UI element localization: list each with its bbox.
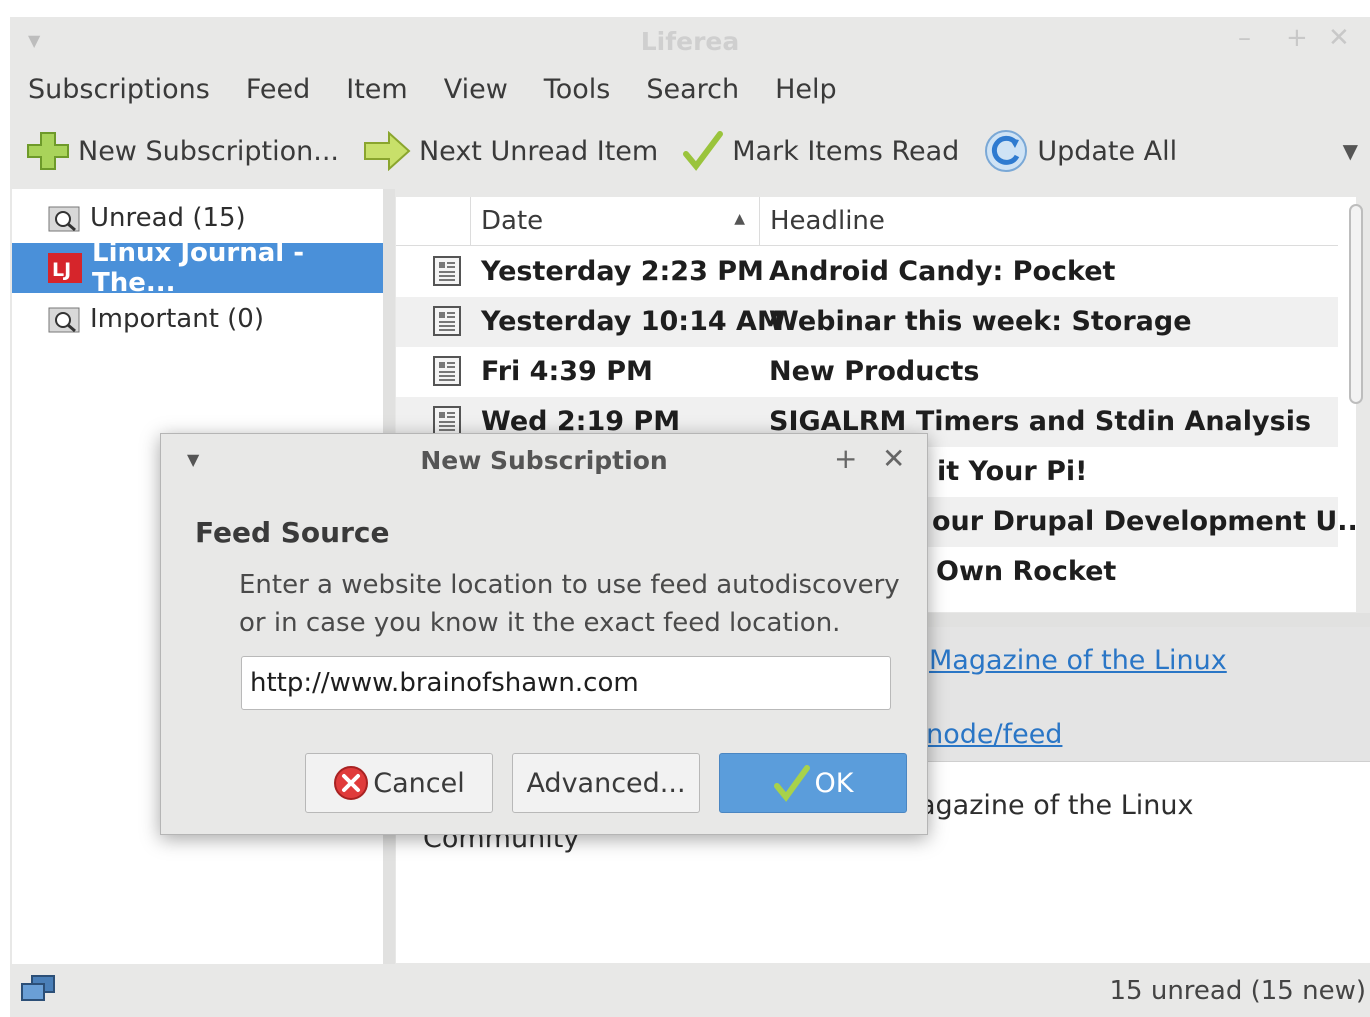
- network-online-icon[interactable]: [20, 974, 56, 1004]
- next-unread-label: Next Unread Item: [418, 135, 659, 167]
- menu-subscriptions[interactable]: Subscriptions: [28, 74, 210, 105]
- status-bar: 15 unread (15 new): [10, 964, 1370, 1017]
- news-item-icon: [433, 256, 461, 286]
- column-header-date[interactable]: Date ▲: [470, 197, 760, 245]
- column-header-headline[interactable]: Headline: [760, 197, 1338, 245]
- feed-url-input[interactable]: [241, 656, 891, 710]
- feed-item-linux-journal[interactable]: LJ Linux Journal - The...: [12, 238, 383, 298]
- headline-row[interactable]: Yesterday 2:23 PM Android Candy: Pocket: [396, 247, 1338, 297]
- news-item-icon: [433, 406, 461, 436]
- feed-item-label: Important (0): [90, 304, 264, 334]
- feed-item-important[interactable]: Important (0): [12, 294, 383, 344]
- toolbar-overflow-icon[interactable]: ▼: [1343, 139, 1358, 163]
- headline-row[interactable]: Fri 4:39 PM New Products: [396, 347, 1338, 397]
- headline-title: it Your Pi!: [937, 456, 1088, 487]
- headline-scrollbar[interactable]: [1346, 202, 1364, 612]
- refresh-icon: [985, 130, 1028, 172]
- search-folder-icon: [48, 305, 80, 333]
- ok-label: OK: [814, 767, 854, 799]
- feed-source-instructions: Enter a website location to use feed aut…: [239, 570, 900, 638]
- feed-item-unread[interactable]: Unread (15): [12, 193, 383, 243]
- toolbar: New Subscription... Next Unread Item Mar…: [10, 121, 1370, 181]
- plus-icon: [27, 132, 69, 170]
- menu-feed[interactable]: Feed: [246, 74, 310, 105]
- svg-text:LJ: LJ: [52, 259, 71, 281]
- menu-help[interactable]: Help: [775, 74, 837, 105]
- menu-item[interactable]: Item: [346, 74, 407, 105]
- headline-title: Webinar this week: Storage: [769, 306, 1192, 337]
- ok-button[interactable]: OK: [719, 753, 907, 813]
- feed-item-label: Linux Journal - The...: [92, 238, 304, 298]
- new-subscription-dialog: ▼ New Subscription + ✕ Feed Source Enter…: [160, 433, 928, 835]
- menu-bar: Subscriptions Feed Item View Tools Searc…: [10, 67, 1370, 111]
- dialog-maximize-icon[interactable]: +: [834, 442, 857, 475]
- headline-row[interactable]: Yesterday 10:14 AM Webinar this week: St…: [396, 297, 1338, 347]
- advanced-label: Advanced...: [526, 767, 686, 799]
- feed-source-heading: Feed Source: [195, 516, 390, 549]
- feed-description: agazine of the Linux: [919, 790, 1194, 821]
- cancel-icon: [334, 766, 369, 800]
- search-folder-icon: [48, 204, 80, 232]
- headline-title: Android Candy: Pocket: [769, 256, 1116, 287]
- feed-link[interactable]: Magazine of the Linux: [929, 645, 1227, 676]
- cancel-button[interactable]: Cancel: [305, 753, 493, 813]
- status-text: 15 unread (15 new): [1109, 976, 1367, 1006]
- news-item-icon: [433, 356, 461, 386]
- headline-title: our Drupal Development U...: [932, 506, 1356, 537]
- headline-date: Yesterday 2:23 PM: [481, 256, 764, 287]
- menu-view[interactable]: View: [444, 74, 508, 105]
- window-title: Liferea: [640, 27, 740, 56]
- next-unread-button[interactable]: Next Unread Item: [363, 131, 658, 171]
- feed-item-label: Unread (15): [90, 203, 246, 233]
- menu-search[interactable]: Search: [646, 74, 739, 105]
- headline-title: New Products: [769, 356, 980, 387]
- menu-tools[interactable]: Tools: [544, 74, 611, 105]
- mark-read-label: Mark Items Read: [732, 135, 960, 167]
- title-bar: ▼ Liferea – + ✕: [10, 17, 1370, 67]
- new-subscription-button[interactable]: New Subscription...: [26, 131, 339, 171]
- mark-read-button[interactable]: Mark Items Read: [682, 130, 959, 172]
- new-subscription-label: New Subscription...: [78, 135, 339, 167]
- cancel-label: Cancel: [373, 767, 465, 799]
- dialog-close-icon[interactable]: ✕: [882, 442, 905, 475]
- advanced-button[interactable]: Advanced...: [512, 753, 700, 813]
- close-icon[interactable]: ✕: [1328, 23, 1350, 53]
- headline-date: Yesterday 10:14 AM: [481, 306, 784, 337]
- checkmark-icon: [683, 131, 724, 171]
- headline-header: Date ▲ Headline: [396, 197, 1338, 246]
- dialog-title: New Subscription: [420, 446, 668, 475]
- dialog-title-bar: ▼ New Subscription + ✕: [161, 434, 927, 490]
- headline-title: Own Rocket: [936, 556, 1117, 587]
- sort-ascending-icon: ▲: [734, 211, 745, 227]
- minimize-icon[interactable]: –: [1238, 23, 1251, 53]
- update-all-label: Update All: [1037, 135, 1178, 167]
- arrow-right-icon: [363, 131, 411, 171]
- scrollbar-thumb[interactable]: [1349, 204, 1363, 404]
- maximize-icon[interactable]: +: [1286, 23, 1308, 53]
- headline-date: Fri 4:39 PM: [481, 356, 653, 387]
- news-item-icon: [433, 306, 461, 336]
- update-all-button[interactable]: Update All: [983, 128, 1177, 174]
- feed-source-link[interactable]: /node/feed: [917, 719, 1062, 750]
- checkmark-icon: [773, 765, 810, 802]
- lj-feed-icon: LJ: [48, 253, 82, 283]
